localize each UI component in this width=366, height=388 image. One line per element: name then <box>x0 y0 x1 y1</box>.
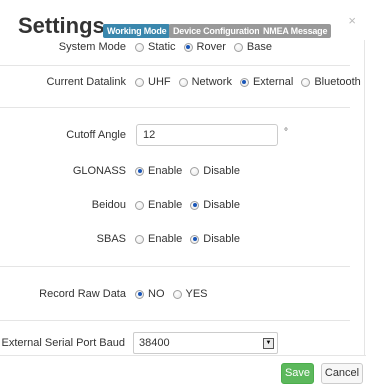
radio-icon[interactable] <box>135 200 144 210</box>
cutoff-angle-label: Cutoff Angle <box>66 129 126 141</box>
chevron-down-icon[interactable]: ▼ <box>263 338 274 349</box>
sbas-options: Enable Disable <box>135 230 248 248</box>
datalink-option-uhf[interactable]: UHF <box>135 76 171 88</box>
record-raw-data-label: Record Raw Data <box>39 288 126 300</box>
option-label: Network <box>191 76 232 88</box>
option-label: Disable <box>203 165 240 177</box>
option-label: Base <box>246 41 272 53</box>
current-datalink-row: Current Datalink UHF Network External Bl… <box>0 73 364 91</box>
radio-icon[interactable] <box>135 77 144 87</box>
option-label: NO <box>148 288 165 300</box>
option-label: Bluetooth <box>314 76 361 88</box>
baud-selected-value: 38400 <box>139 337 170 349</box>
sbas-option-disable[interactable]: Disable <box>190 233 240 245</box>
record-raw-data-option-yes[interactable]: YES <box>172 288 208 300</box>
datalink-option-network[interactable]: Network <box>178 76 232 88</box>
close-icon[interactable]: × <box>348 14 356 27</box>
record-raw-data-option-no[interactable]: NO <box>135 288 165 300</box>
glonass-row: GLONASS Enable Disable <box>0 162 364 180</box>
beidou-row: Beidou Enable Disable <box>0 196 364 214</box>
system-mode-row: System Mode Static Rover Base <box>0 40 364 56</box>
beidou-option-disable[interactable]: Disable <box>190 199 240 211</box>
dialog-footer: Save Cancel <box>0 355 366 388</box>
tab-device-configuration[interactable]: Device Configuration <box>169 24 264 38</box>
tab-nmea-message[interactable]: NMEA Message <box>259 24 332 38</box>
cutoff-angle-row: Cutoff Angle 12 ° <box>0 124 364 146</box>
settings-dialog: Settings Working Mode Device Configurati… <box>0 0 366 388</box>
radio-icon[interactable] <box>172 289 182 299</box>
divider <box>0 320 350 321</box>
datalink-option-bluetooth[interactable]: Bluetooth <box>301 76 361 88</box>
radio-checked-icon[interactable] <box>135 289 144 299</box>
radio-checked-icon[interactable] <box>190 234 200 244</box>
radio-checked-icon[interactable] <box>239 77 249 87</box>
save-button[interactable]: Save <box>281 363 314 384</box>
radio-icon[interactable] <box>190 166 200 176</box>
radio-checked-icon[interactable] <box>190 200 200 210</box>
system-mode-options: Static Rover Base <box>135 40 280 56</box>
dialog-body: System Mode Static Rover Base Current Da… <box>0 40 364 355</box>
external-serial-port-baud-row: External Serial Port Baud 38400 ▼ <box>0 332 364 354</box>
cancel-button[interactable]: Cancel <box>321 363 363 384</box>
glonass-options: Enable Disable <box>135 162 248 180</box>
radio-icon[interactable] <box>135 234 144 244</box>
system-mode-option-static[interactable]: Static <box>135 41 176 53</box>
sbas-option-enable[interactable]: Enable <box>135 233 182 245</box>
external-serial-port-baud-select[interactable]: 38400 ▼ <box>133 332 278 354</box>
sbas-label: SBAS <box>96 233 126 245</box>
option-label: YES <box>185 288 208 300</box>
radio-checked-icon[interactable] <box>135 166 144 176</box>
record-raw-data-options: NO YES <box>135 285 216 303</box>
option-label: Enable <box>148 233 183 245</box>
option-label: Enable <box>148 199 183 211</box>
datalink-option-external[interactable]: External <box>239 76 294 88</box>
option-label: Enable <box>148 165 183 177</box>
radio-icon[interactable] <box>301 77 311 87</box>
cutoff-angle-input[interactable]: 12 <box>136 124 278 146</box>
scrollbar-edge <box>364 40 365 355</box>
radio-icon[interactable] <box>233 42 243 52</box>
cutoff-angle-unit: ° <box>284 127 288 138</box>
beidou-options: Enable Disable <box>135 196 248 214</box>
option-label: Static <box>148 41 176 53</box>
divider <box>0 266 350 267</box>
radio-icon[interactable] <box>178 77 188 87</box>
record-raw-data-row: Record Raw Data NO YES <box>0 285 364 303</box>
glonass-option-disable[interactable]: Disable <box>190 165 240 177</box>
divider <box>0 65 350 66</box>
glonass-label: GLONASS <box>72 165 126 177</box>
current-datalink-label: Current Datalink <box>46 76 126 88</box>
divider <box>0 107 350 108</box>
system-mode-option-rover[interactable]: Rover <box>183 41 226 53</box>
system-mode-option-base[interactable]: Base <box>233 41 272 53</box>
glonass-option-enable[interactable]: Enable <box>135 165 182 177</box>
option-label: Rover <box>196 41 226 53</box>
option-label: Disable <box>203 199 240 211</box>
external-serial-port-baud-label: External Serial Port Baud <box>1 337 125 349</box>
current-datalink-options: UHF Network External Bluetooth <box>135 73 364 91</box>
radio-checked-icon[interactable] <box>183 42 193 52</box>
beidou-option-enable[interactable]: Enable <box>135 199 182 211</box>
system-mode-label: System Mode <box>58 41 126 53</box>
option-label: Disable <box>203 233 240 245</box>
tab-working-mode[interactable]: Working Mode <box>103 24 171 38</box>
dialog-title: Settings <box>18 13 105 38</box>
option-label: UHF <box>148 76 171 88</box>
beidou-label: Beidou <box>91 199 126 211</box>
sbas-row: SBAS Enable Disable <box>0 230 364 248</box>
option-label: External <box>252 76 294 88</box>
radio-icon[interactable] <box>135 42 144 52</box>
